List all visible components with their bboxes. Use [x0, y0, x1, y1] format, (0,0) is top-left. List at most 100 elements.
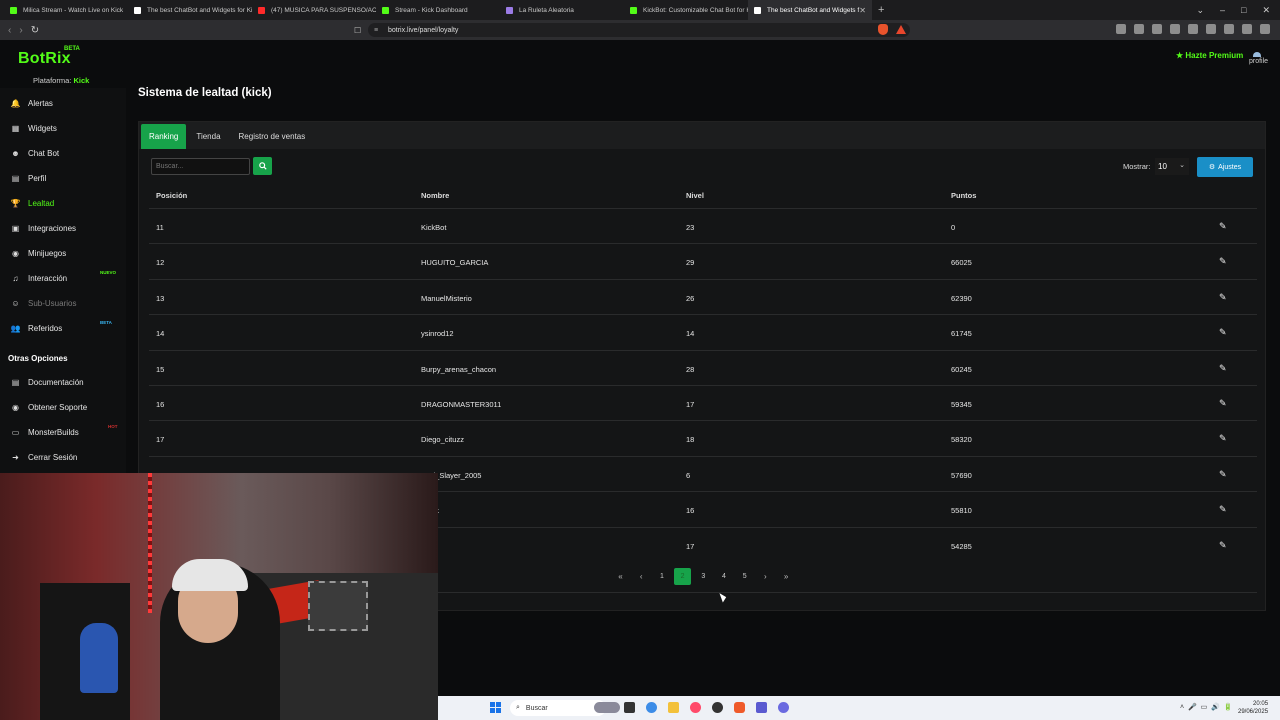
obs-icon[interactable] [712, 702, 723, 713]
file-explorer-icon[interactable] [668, 702, 679, 713]
botrix-logo[interactable]: BotRix [18, 50, 71, 68]
browser-tab[interactable]: (47) MUSICA PARA SUSPENSO/ACCI [252, 0, 376, 20]
forward-icon[interactable]: › [19, 25, 22, 36]
sidebar-item[interactable]: ▣ Integraciones [0, 218, 126, 238]
taskbar-clock[interactable]: 20:05 29/06/2025 [1238, 700, 1268, 716]
sidebar-item[interactable]: ◉ Minijuegos [0, 243, 126, 263]
extension-icon[interactable] [1188, 24, 1198, 34]
task-view-icon[interactable] [624, 702, 635, 713]
menu-icon[interactable] [1260, 24, 1270, 34]
maximize-icon[interactable]: □ [1241, 5, 1246, 15]
sidebar-item[interactable]: ➜ Cerrar Sesión [0, 447, 126, 467]
browser-tab[interactable]: KickBot: Customizable Chat Bot for Ki [624, 0, 748, 20]
tab-registro-ventas[interactable]: Registro de ventas [231, 124, 314, 149]
brave-icon[interactable] [734, 702, 745, 713]
sidebar-item[interactable]: ♫ Interacción NUEVO [0, 268, 126, 288]
sidebar-item[interactable]: ▭ MonsterBuilds HOT [0, 422, 126, 442]
browser-tab[interactable]: Stream - Kick Dashboard [376, 0, 500, 20]
cell-level: 28 [686, 364, 695, 374]
cell-points: 66025 [951, 258, 972, 268]
extension-icon[interactable] [1116, 24, 1126, 34]
cell-points: 54285 [951, 541, 972, 551]
browser-tab[interactable]: The best ChatBot and Widgets f ✕ [748, 0, 872, 20]
sidebar-item[interactable]: ▤ Documentación [0, 372, 126, 392]
wallet-icon[interactable] [1242, 24, 1252, 34]
back-icon[interactable]: ‹ [8, 25, 11, 36]
col-header-level[interactable]: Nivel [686, 191, 704, 200]
edit-icon[interactable]: ✎ [1219, 327, 1227, 338]
edit-icon[interactable]: ✎ [1219, 221, 1227, 232]
pager-next-icon[interactable]: › [757, 568, 774, 585]
edit-icon[interactable]: ✎ [1219, 504, 1227, 515]
minimize-icon[interactable]: – [1220, 5, 1225, 15]
teams-icon[interactable] [756, 702, 767, 713]
site-info-icon[interactable]: ≡ [374, 27, 378, 34]
edit-icon[interactable]: ✎ [1219, 398, 1227, 409]
app-icon[interactable] [690, 702, 701, 713]
page-button[interactable]: 1 [653, 568, 670, 585]
url-field[interactable]: ☐ ≡ botrix.live/panel/loyalty [354, 23, 910, 37]
cell-name: Burpy_arenas_chacon [421, 364, 497, 374]
sidebar-item[interactable]: 🔔 Alertas [0, 93, 126, 113]
col-header-position[interactable]: Posición [156, 191, 187, 200]
page-button[interactable]: 4 [716, 568, 733, 585]
col-header-points[interactable]: Puntos [951, 191, 976, 200]
system-tray[interactable]: ˄ 🎤 ▭ 🔊 🔋 [1180, 703, 1232, 711]
new-tab-button[interactable]: + [878, 4, 884, 16]
sidebar-item[interactable]: ☺ Sub-Usuarios [0, 293, 126, 313]
sidebar-item[interactable]: 👥 Referidos BETA [0, 318, 126, 338]
edit-icon[interactable]: ✎ [1219, 256, 1227, 267]
pager-last-icon[interactable]: » [778, 568, 795, 585]
sidebar-item[interactable]: ◉ Obtener Soporte [0, 397, 126, 417]
sidebar-item[interactable]: 🏆 Lealtad [0, 193, 126, 213]
show-label: Mostrar: [1123, 162, 1151, 171]
widgets-icon[interactable] [594, 702, 620, 713]
windows-start-icon[interactable] [490, 702, 501, 713]
sidebar-item[interactable]: ▦ Widgets [0, 118, 126, 138]
cell-points: 57690 [951, 470, 972, 480]
browser-tab[interactable]: Milica Stream - Watch Live on Kick [4, 0, 128, 20]
edit-icon[interactable]: ✎ [1219, 469, 1227, 480]
edit-icon[interactable]: ✎ [1219, 292, 1227, 303]
search-input[interactable] [151, 158, 250, 175]
vpn-icon[interactable] [1224, 24, 1234, 34]
close-tab-icon[interactable]: ✕ [859, 6, 866, 15]
edit-icon[interactable]: ✎ [1219, 540, 1227, 551]
tab-ranking[interactable]: Ranking [141, 124, 187, 149]
page-button[interactable]: 5 [736, 568, 753, 585]
edit-icon[interactable]: ✎ [1219, 433, 1227, 444]
extension-icon[interactable] [1134, 24, 1144, 34]
browser-tab[interactable]: La Ruleta Aleatoria [500, 0, 624, 20]
browser-tab[interactable]: The best ChatBot and Widgets for Ki [128, 0, 252, 20]
page-size-select[interactable]: 10 ⌄ [1155, 158, 1189, 175]
extension-icon[interactable] [1152, 24, 1162, 34]
sidebar-item-label: Documentación [28, 377, 84, 387]
premium-button[interactable]: ★ Hazte Premium [1176, 51, 1243, 60]
search-button[interactable] [253, 157, 272, 175]
close-window-icon[interactable]: ✕ [1262, 5, 1270, 16]
sidebar-icon[interactable] [1170, 24, 1180, 34]
music-icon: ♫ [12, 273, 19, 283]
reload-icon[interactable]: ↻ [31, 25, 39, 36]
page-button[interactable]: 2 [674, 568, 692, 585]
tab-title: Milica Stream - Watch Live on Kick [23, 6, 124, 14]
pager-first-icon[interactable]: « [612, 568, 629, 585]
discord-icon[interactable] [778, 702, 789, 713]
edge-icon[interactable] [646, 702, 657, 713]
bookmark-icon[interactable]: ☐ [354, 26, 361, 35]
dropdown-icon[interactable]: ⌄ [1196, 5, 1204, 16]
sidebar-item[interactable]: ☻ Chat Bot [0, 143, 126, 163]
taskbar-search[interactable]: ⌕ Buscar [510, 700, 606, 716]
pager-prev-icon[interactable]: ‹ [633, 568, 650, 585]
profile-button[interactable]: profile [1249, 52, 1268, 65]
extension-icon[interactable] [1206, 24, 1216, 34]
edit-icon[interactable]: ✎ [1219, 363, 1227, 374]
page-button[interactable]: 3 [695, 568, 712, 585]
settings-button[interactable]: ⚙ Ajustes [1197, 157, 1253, 177]
brave-shield-icon[interactable] [878, 24, 888, 35]
brave-rewards-icon[interactable] [896, 25, 906, 34]
sidebar-item[interactable]: ▤ Perfil [0, 168, 126, 188]
col-header-name[interactable]: Nombre [421, 191, 449, 200]
logout-icon: ➜ [12, 452, 19, 462]
tab-tienda[interactable]: Tienda [188, 124, 228, 149]
